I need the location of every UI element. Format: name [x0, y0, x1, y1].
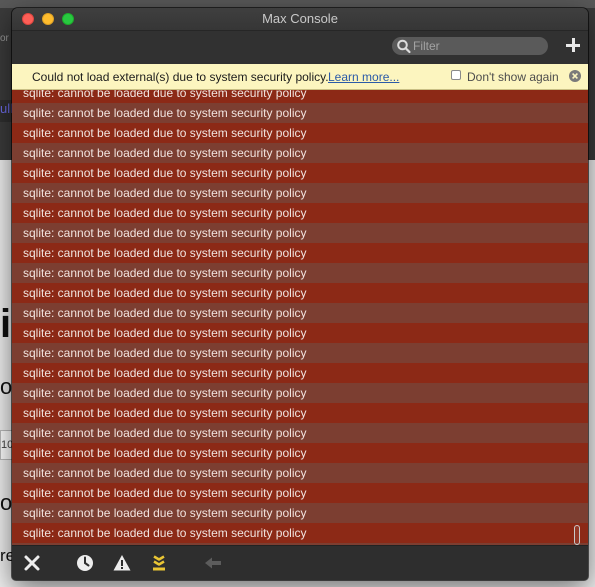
- learn-more-link[interactable]: Learn more...: [328, 70, 399, 84]
- back-arrow-icon[interactable]: [202, 552, 224, 574]
- log-row[interactable]: sqlite: cannot be loaded due to system s…: [12, 323, 588, 343]
- log-row[interactable]: sqlite: cannot be loaded due to system s…: [12, 143, 588, 163]
- notice-message: Could not load external(s) due to system…: [32, 70, 329, 84]
- log-row[interactable]: sqlite: cannot be loaded due to system s…: [12, 223, 588, 243]
- max-console-window: Max Console Could not load external(s) d…: [12, 8, 588, 580]
- clock-icon[interactable]: [74, 552, 96, 574]
- log-row[interactable]: sqlite: cannot be loaded due to system s…: [12, 103, 588, 123]
- security-notice-bar: Could not load external(s) due to system…: [12, 64, 588, 90]
- close-circle-icon[interactable]: [569, 70, 581, 82]
- console-toolbar: [12, 31, 588, 64]
- background-text: or: [0, 33, 9, 44]
- dont-show-again-label[interactable]: Don't show again: [467, 70, 559, 84]
- clear-x-icon[interactable]: [21, 552, 43, 574]
- log-row[interactable]: sqlite: cannot be loaded due to system s…: [12, 243, 588, 263]
- log-row[interactable]: sqlite: cannot be loaded due to system s…: [12, 343, 588, 363]
- log-row[interactable]: sqlite: cannot be loaded due to system s…: [12, 303, 588, 323]
- search-icon: [397, 39, 411, 54]
- log-row[interactable]: sqlite: cannot be loaded due to system s…: [12, 283, 588, 303]
- scroll-to-bottom-icon[interactable]: [148, 552, 170, 574]
- filter-field[interactable]: [392, 37, 548, 55]
- log-row[interactable]: sqlite: cannot be loaded due to system s…: [12, 503, 588, 523]
- log-row[interactable]: sqlite: cannot be loaded due to system s…: [12, 403, 588, 423]
- log-row[interactable]: sqlite: cannot be loaded due to system s…: [12, 183, 588, 203]
- console-log[interactable]: sqlite: cannot be loaded due to system s…: [12, 90, 588, 545]
- dont-show-again-checkbox[interactable]: [451, 70, 461, 80]
- log-row[interactable]: sqlite: cannot be loaded due to system s…: [12, 363, 588, 383]
- log-row[interactable]: sqlite: cannot be loaded due to system s…: [12, 443, 588, 463]
- background-heading: i: [0, 302, 12, 346]
- window-title: Max Console: [262, 11, 338, 26]
- log-row[interactable]: sqlite: cannot be loaded due to system s…: [12, 523, 588, 543]
- scrollbar-thumb[interactable]: [574, 525, 580, 545]
- log-row[interactable]: sqlite: cannot be loaded due to system s…: [12, 163, 588, 183]
- log-rows: sqlite: cannot be loaded due to system s…: [12, 90, 588, 545]
- log-row[interactable]: sqlite: cannot be loaded due to system s…: [12, 423, 588, 443]
- plus-icon[interactable]: [566, 38, 580, 52]
- log-row[interactable]: sqlite: cannot be loaded due to system s…: [12, 383, 588, 403]
- log-row[interactable]: sqlite: cannot be loaded due to system s…: [12, 123, 588, 143]
- log-row[interactable]: sqlite: cannot be loaded due to system s…: [12, 463, 588, 483]
- log-row[interactable]: sqlite: cannot be loaded due to system s…: [12, 203, 588, 223]
- title-bar[interactable]: Max Console: [12, 8, 588, 31]
- log-row[interactable]: sqlite: cannot be loaded due to system s…: [12, 90, 588, 103]
- background-link: ull: [0, 100, 13, 122]
- filter-input[interactable]: [413, 37, 541, 55]
- warning-icon[interactable]: [111, 552, 133, 574]
- console-bottom-bar: [12, 545, 588, 580]
- background-top-strip: [0, 0, 595, 8]
- background-text: o: [0, 374, 13, 399]
- log-row[interactable]: sqlite: cannot be loaded due to system s…: [12, 483, 588, 503]
- log-row[interactable]: sqlite: cannot be loaded due to system s…: [12, 263, 588, 283]
- background-text: o: [0, 490, 13, 515]
